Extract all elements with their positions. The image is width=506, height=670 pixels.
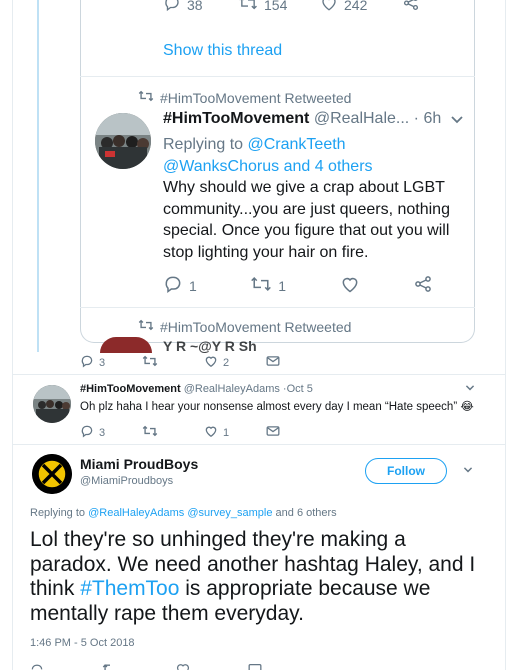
reply-icon[interactable]	[30, 662, 44, 670]
reply-action[interactable]: 3	[80, 354, 142, 371]
avatar[interactable]	[100, 337, 152, 353]
share-action[interactable]	[413, 274, 433, 297]
share-icon	[402, 0, 420, 15]
retweet-context-label: #HimTooMovement Retweeted	[160, 318, 352, 335]
heart-icon	[340, 274, 360, 297]
tweet-text: Oh plz haha I hear your nonsense almost …	[80, 401, 474, 413]
retweet-icon	[142, 354, 158, 371]
tweet-text: Lol they're so unhinged they're making a…	[30, 528, 490, 626]
reply-others-link[interactable]: @WanksChorus and 4 others	[163, 158, 373, 175]
reply-prefix: Replying to	[30, 507, 86, 519]
direct-message-action[interactable]	[266, 355, 280, 370]
retweet-context-label: #HimTooMovement Retweeted	[160, 89, 352, 106]
like-count: 2	[223, 356, 230, 369]
tweet-actions	[30, 662, 262, 670]
handle[interactable]: @MiamiProudboys	[80, 475, 173, 487]
avatar[interactable]	[33, 385, 71, 423]
direct-message-action[interactable]	[266, 425, 280, 440]
retweet-action[interactable]	[142, 354, 204, 371]
retweet-count: 154	[264, 0, 288, 13]
like-count: 242	[344, 0, 368, 13]
avatar[interactable]	[95, 113, 151, 169]
tweet-header: #HimTooMovement @RealHale... · 6h	[163, 110, 441, 128]
reply-action[interactable]: 38	[163, 0, 238, 15]
retweet-action[interactable]	[142, 424, 204, 441]
divider	[13, 374, 505, 375]
retweet-icon	[138, 89, 154, 106]
share-icon	[413, 274, 433, 297]
like-action[interactable]: 2	[204, 354, 266, 371]
retweet-context: #HimTooMovement Retweeted	[138, 89, 351, 106]
retweet-context: #HimTooMovement Retweeted	[138, 318, 351, 335]
envelope-icon[interactable]	[248, 662, 262, 670]
retweet-action[interactable]: 154	[238, 0, 320, 15]
chevron-down-icon[interactable]	[463, 466, 473, 477]
reply-icon	[80, 424, 94, 441]
display-name[interactable]: #HimTooMovement	[80, 383, 181, 395]
timestamp[interactable]: 1:46 PM - 5 Oct 2018	[30, 637, 135, 649]
avatar[interactable]	[32, 454, 72, 494]
retweet-icon	[142, 424, 158, 441]
hashtag-link[interactable]: #ThemToo	[80, 577, 179, 600]
share-action[interactable]	[402, 0, 420, 15]
thread-connector-line	[37, 0, 39, 352]
divider	[80, 307, 475, 308]
retweet-count: 1	[278, 277, 287, 294]
chevron-down-icon[interactable]	[465, 384, 475, 395]
follow-button[interactable]: Follow	[365, 458, 447, 484]
divider	[13, 444, 505, 445]
tweet-actions: 3 1	[80, 424, 280, 441]
reply-suffix[interactable]: and 6 others	[276, 507, 337, 519]
handle-time: @RealHale... · 6h	[313, 110, 442, 127]
reply-icon	[163, 274, 183, 297]
reply-action[interactable]: 3	[80, 424, 142, 441]
handle-time: @RealHaleyAdams ·Oct 5	[183, 383, 313, 395]
like-action[interactable]: 242	[320, 0, 402, 15]
heart-icon	[320, 0, 338, 15]
like-action[interactable]: 1	[204, 424, 266, 441]
display-name[interactable]: #HimTooMovement	[163, 110, 309, 127]
replying-to: Replying to @RealHaleyAdams @survey_samp…	[30, 507, 337, 519]
retweet-icon[interactable]	[102, 662, 118, 670]
show-thread-link[interactable]: Show this thread	[163, 42, 282, 60]
reply-prefix: Replying to	[163, 136, 244, 153]
envelope-icon	[266, 425, 280, 440]
reply-icon	[80, 354, 94, 371]
heart-icon	[204, 354, 218, 371]
like-count: 1	[223, 426, 230, 439]
envelope-icon	[266, 355, 280, 370]
reply-user-link[interactable]: @CrankTeeth	[248, 136, 346, 153]
tweet-actions: 3 2	[80, 354, 280, 371]
retweet-icon	[238, 0, 258, 15]
reply-count: 3	[99, 356, 106, 369]
chevron-down-icon[interactable]	[450, 112, 464, 128]
like-action[interactable]	[340, 274, 360, 297]
retweet-icon	[250, 274, 272, 297]
cut-off-tweet-header: Y R ~@Y R Sh	[163, 338, 257, 354]
tweet-actions: 1 1	[163, 274, 433, 297]
reply-icon	[163, 0, 181, 15]
replying-to: Replying to @CrankTeeth @WanksChorus and…	[163, 134, 473, 178]
heart-icon[interactable]	[176, 662, 190, 670]
embed-top-actions: 38 154 242	[163, 0, 420, 15]
divider	[80, 76, 475, 77]
retweet-action[interactable]: 1	[250, 274, 286, 297]
heart-icon	[204, 424, 218, 441]
display-name[interactable]: Miami ProudBoys	[80, 456, 198, 472]
reply-count: 3	[99, 426, 106, 439]
reply-count: 38	[187, 0, 203, 13]
tweet-header: #HimTooMovement @RealHaleyAdams ·Oct 5	[80, 383, 313, 395]
reply-count: 1	[189, 277, 197, 294]
reply-users-link[interactable]: @RealHaleyAdams @survey_sample	[88, 507, 272, 519]
reply-action[interactable]: 1	[163, 274, 197, 297]
retweet-icon	[138, 318, 154, 335]
tweet-text: Why should we give a crap about LGBT com…	[163, 179, 450, 261]
